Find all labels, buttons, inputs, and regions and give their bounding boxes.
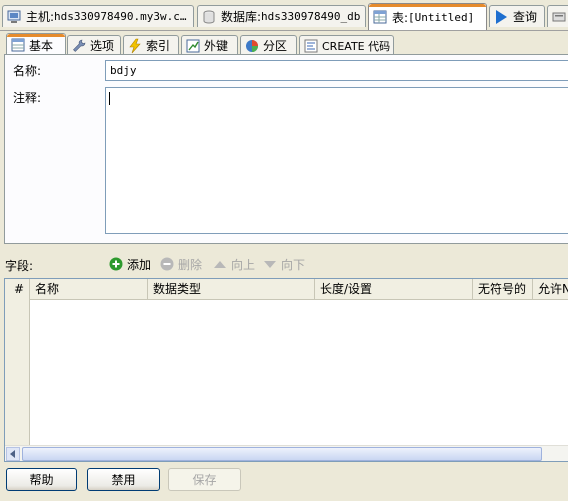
partition-icon (246, 39, 258, 52)
tab-database[interactable]: 数据库: hds330978490_db (197, 5, 366, 27)
tab-database-prefix: 数据库: (221, 10, 262, 24)
table-icon (373, 10, 387, 24)
row-header-column (5, 299, 30, 445)
tab-partitions[interactable]: 分区 (240, 35, 297, 55)
comment-field[interactable] (105, 87, 568, 234)
column-header-name[interactable]: 名称 (30, 279, 148, 299)
arrow-down-icon (264, 261, 276, 268)
table-editor-tabs: 基本 选项 索引 外键 分区 CREATE 代码 (0, 31, 568, 56)
tab-host-value: hds330978490.my3w.c… (54, 10, 187, 23)
scroll-left-button[interactable] (6, 447, 20, 461)
scroll-thumb[interactable] (22, 447, 542, 461)
add-field-label: 添加 (127, 257, 152, 272)
editor-tab-strip: 主机: hds330978490.my3w.c… 数据库: hds3309784… (0, 0, 568, 31)
tab-create-code-label: CREATE 代码 (322, 39, 391, 53)
comment-label: 注释: (13, 91, 42, 105)
chevron-left-icon (10, 450, 15, 458)
tab-database-value: hds330978490_db (261, 10, 361, 23)
tab-foreign-keys[interactable]: 外键 (181, 35, 238, 55)
delete-field-label: 删除 (178, 257, 203, 272)
delete-field-button[interactable]: 删除 (159, 255, 202, 273)
column-header-allow-null[interactable]: 允许N (533, 279, 568, 299)
tab-query-label: 查询 (513, 10, 538, 24)
tab-table-prefix: 表: (392, 10, 409, 25)
tab-query[interactable]: 查询 (489, 5, 545, 27)
tab-indexes[interactable]: 索引 (123, 35, 179, 55)
tab-basic-label: 基本 (29, 38, 54, 53)
add-icon (109, 257, 123, 271)
tab-indexes-label: 索引 (146, 39, 171, 53)
code-icon (304, 39, 318, 52)
basic-form-panel: 名称: bdjy 注释: (4, 54, 568, 244)
grid-header: # 名称 数据类型 长度/设置 无符号的 允许N (5, 279, 568, 300)
tab-host-prefix: 主机: (26, 10, 55, 24)
save-button[interactable]: 保存 (168, 468, 241, 491)
tab-foreign-keys-label: 外键 (204, 39, 229, 53)
tab-basic[interactable]: 基本 (6, 33, 66, 56)
tab-overflow[interactable] (547, 5, 568, 27)
fields-grid[interactable]: # 名称 数据类型 长度/设置 无符号的 允许N (4, 278, 568, 462)
name-label: 名称: (13, 64, 42, 78)
tab-partitions-label: 分区 (263, 39, 288, 53)
move-up-label: 向上 (231, 257, 256, 272)
text-caret (109, 92, 110, 105)
name-field[interactable]: bdjy (105, 60, 568, 81)
query-run-icon (496, 9, 507, 24)
column-header-number[interactable]: # (5, 279, 30, 299)
name-field-value: bdjy (110, 64, 137, 77)
horizontal-scrollbar[interactable] (5, 445, 568, 461)
tab-host[interactable]: 主机: hds330978490.my3w.c… (2, 5, 194, 27)
add-field-button[interactable]: 添加 (108, 255, 151, 273)
help-button[interactable]: 帮助 (6, 468, 77, 491)
discard-button[interactable]: 禁用 (87, 468, 160, 491)
move-up-button[interactable]: 向上 (212, 255, 255, 273)
tab-table[interactable]: 表: [Untitled] (368, 3, 487, 30)
fields-label: 字段: (5, 259, 34, 273)
column-header-datatype[interactable]: 数据类型 (148, 279, 315, 299)
tab-table-value: [Untitled] (408, 10, 475, 24)
move-down-label: 向下 (281, 257, 306, 272)
table-basic-icon (11, 38, 25, 52)
move-down-button[interactable]: 向下 (262, 255, 305, 273)
arrow-up-icon (214, 261, 226, 268)
wrench-icon (73, 39, 86, 52)
column-header-unsigned[interactable]: 无符号的 (473, 279, 533, 299)
tab-options-label: 选项 (90, 39, 115, 53)
lightning-icon (129, 38, 141, 53)
host-icon (7, 10, 21, 23)
tab-options[interactable]: 选项 (67, 35, 121, 55)
delete-icon (160, 257, 174, 271)
new-query-icon (552, 12, 566, 21)
database-icon (203, 10, 215, 24)
fields-toolbar: 字段: 添加 删除 向上 向下 (0, 252, 568, 276)
foreign-key-icon (186, 39, 200, 52)
tab-create-code[interactable]: CREATE 代码 (299, 35, 394, 55)
column-header-length[interactable]: 长度/设置 (315, 279, 473, 299)
